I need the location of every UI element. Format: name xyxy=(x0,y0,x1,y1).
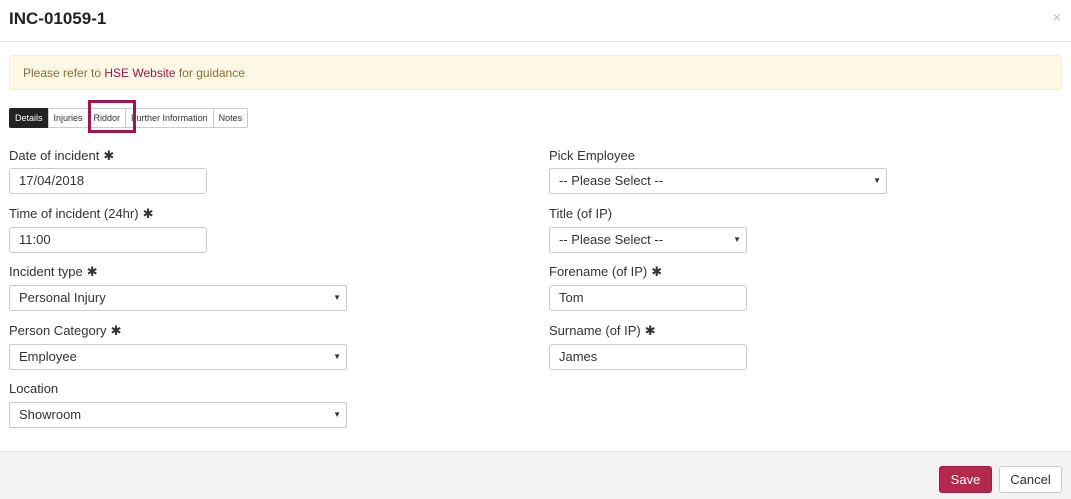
incident-type-select[interactable]: Personal Injury ▼ xyxy=(9,285,347,311)
tab-riddor[interactable]: Riddor xyxy=(87,108,127,128)
incident-type-label: Incident type ✱ xyxy=(9,264,98,279)
modal-title: INC-01059-1 xyxy=(9,9,107,28)
alert-suffix: for guidance xyxy=(175,66,245,80)
tab-further-information[interactable]: Further Information xyxy=(125,108,214,128)
tab-bar: Details Injuries Riddor Further Informat… xyxy=(9,108,249,128)
caret-down-icon: ▼ xyxy=(333,410,341,419)
title-of-ip-select[interactable]: -- Please Select -- ▼ xyxy=(549,227,747,253)
location-label: Location xyxy=(9,381,59,396)
incident-modal: INC-01059-1 × Please refer to HSE Websit… xyxy=(0,0,1071,499)
location-select[interactable]: Showroom ▼ xyxy=(9,402,347,428)
forename-label: Forename (of IP) ✱ xyxy=(549,264,663,279)
surname-label: Surname (of IP) ✱ xyxy=(549,323,656,338)
date-of-incident-input[interactable]: 17/04/2018 xyxy=(9,168,207,194)
alert-prefix: Please refer to xyxy=(23,66,105,80)
save-button[interactable]: Save xyxy=(939,466,992,493)
tab-notes[interactable]: Notes xyxy=(212,108,249,128)
time-of-incident-input[interactable]: 11:00 xyxy=(9,227,207,253)
required-icon: ✱ xyxy=(644,323,656,338)
modal-footer: Save Cancel xyxy=(0,451,1071,499)
required-icon: ✱ xyxy=(142,206,154,221)
tab-details[interactable]: Details xyxy=(9,108,49,128)
title-of-ip-label: Title (of IP) xyxy=(549,206,613,221)
pick-employee-select[interactable]: -- Please Select -- ▼ xyxy=(549,168,887,194)
required-icon: ✱ xyxy=(86,264,98,279)
caret-down-icon: ▼ xyxy=(333,293,341,302)
tab-injuries[interactable]: Injuries xyxy=(47,108,89,128)
required-icon: ✱ xyxy=(103,148,115,163)
time-of-incident-label: Time of incident (24hr) ✱ xyxy=(9,206,154,221)
close-icon[interactable]: × xyxy=(1053,9,1061,25)
hse-website-link[interactable]: HSE Website xyxy=(104,66,175,80)
cancel-button[interactable]: Cancel xyxy=(999,466,1062,493)
date-of-incident-label: Date of incident ✱ xyxy=(9,148,115,163)
person-category-select[interactable]: Employee ▼ xyxy=(9,344,347,370)
surname-input[interactable]: James xyxy=(549,344,747,370)
required-icon: ✱ xyxy=(110,323,122,338)
caret-down-icon: ▼ xyxy=(333,352,341,361)
person-category-label: Person Category ✱ xyxy=(9,323,122,338)
modal-header: INC-01059-1 × xyxy=(0,0,1071,42)
pick-employee-label: Pick Employee xyxy=(549,148,635,163)
forename-input[interactable]: Tom xyxy=(549,285,747,311)
caret-down-icon: ▼ xyxy=(733,235,741,244)
caret-down-icon: ▼ xyxy=(873,176,881,185)
required-icon: ✱ xyxy=(651,264,663,279)
guidance-alert: Please refer to HSE Website for guidance xyxy=(9,55,1062,90)
